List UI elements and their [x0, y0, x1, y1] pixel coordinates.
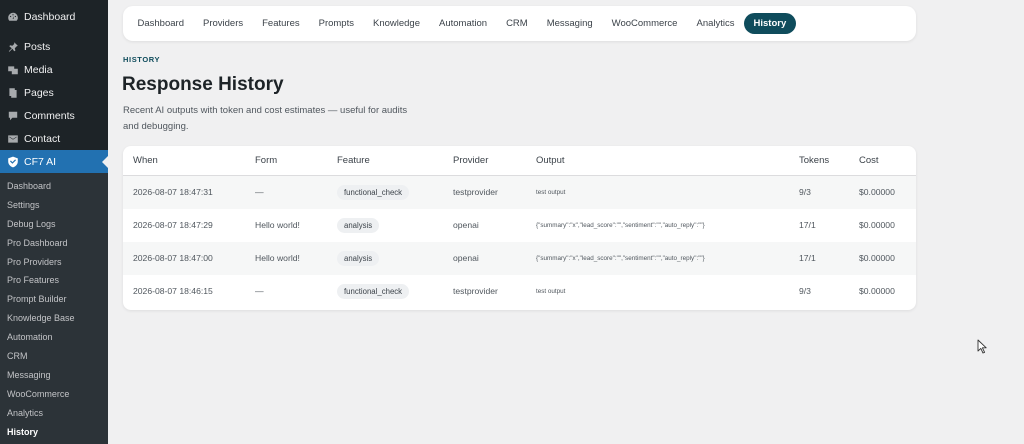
- cell-cost: $0.00000: [859, 187, 895, 197]
- column-provider: Provider: [453, 155, 489, 166]
- cell-tokens: 9/3: [799, 187, 811, 197]
- cell-when: 2026-08-07 18:46:15: [133, 286, 213, 296]
- tab-woocommerce[interactable]: WooCommerce: [602, 13, 687, 34]
- menu-label: Comments: [24, 109, 75, 122]
- menu-label: CF7 AI: [24, 155, 57, 168]
- submenu-woocommerce[interactable]: WooCommerce: [0, 385, 108, 404]
- table-row: 2026-08-07 18:47:31 — functional_check t…: [123, 176, 916, 209]
- history-table: When Form Feature Provider Output Tokens…: [123, 146, 916, 310]
- column-cost: Cost: [859, 155, 879, 166]
- feature-badge: analysis: [337, 251, 380, 266]
- submenu-debug-logs[interactable]: Debug Logs: [0, 215, 108, 234]
- submenu-automation[interactable]: Automation: [0, 328, 108, 347]
- submenu-dashboard[interactable]: Dashboard: [0, 177, 108, 196]
- cell-output: {"summary":"x","lead_score":"","sentimen…: [536, 222, 705, 229]
- menu-dashboard[interactable]: Dashboard: [0, 5, 108, 28]
- tab-automation[interactable]: Automation: [430, 13, 497, 34]
- cell-tokens: 9/3: [799, 286, 811, 296]
- pin-icon: [6, 40, 19, 53]
- cell-cost: $0.00000: [859, 253, 895, 263]
- cell-provider: testprovider: [453, 187, 498, 197]
- cell-when: 2026-08-07 18:47:00: [133, 253, 213, 263]
- cell-output: test output: [536, 288, 566, 295]
- submenu-analytics[interactable]: Analytics: [0, 404, 108, 423]
- page-title: Response History: [122, 74, 284, 95]
- cell-provider: openai: [453, 253, 479, 263]
- menu-label: Pages: [24, 86, 54, 99]
- cell-tokens: 17/1: [799, 253, 816, 263]
- feature-badge: analysis: [337, 218, 380, 233]
- tab-prompts[interactable]: Prompts: [309, 13, 363, 34]
- submenu-pro-providers[interactable]: Pro Providers: [0, 253, 108, 272]
- media-icon: [6, 63, 19, 76]
- menu-posts[interactable]: Posts: [0, 35, 108, 58]
- table-row: 2026-08-07 18:46:15 — functional_check t…: [123, 275, 916, 308]
- submenu-knowledge-base[interactable]: Knowledge Base: [0, 309, 108, 328]
- page-eyebrow: HISTORY: [123, 55, 161, 64]
- menu-contact[interactable]: Contact: [0, 127, 108, 150]
- tab-crm[interactable]: CRM: [497, 13, 538, 34]
- tab-history[interactable]: History: [744, 13, 796, 34]
- tab-messaging[interactable]: Messaging: [537, 13, 602, 34]
- shield-icon: [6, 155, 19, 168]
- cell-form: —: [255, 187, 264, 197]
- feature-badge: functional_check: [337, 185, 410, 200]
- cell-form: —: [255, 286, 264, 296]
- admin-sidebar: Dashboard Posts Media Pages Comments Con…: [0, 0, 108, 444]
- page-description: Recent AI outputs with token and cost es…: [123, 105, 408, 132]
- cell-output: test output: [536, 189, 566, 196]
- submenu-settings[interactable]: Settings: [0, 196, 108, 215]
- cell-form: Hello world!: [255, 253, 300, 263]
- column-feature: Feature: [337, 155, 370, 166]
- cf7-ai-submenu: Dashboard Settings Debug Logs Pro Dashbo…: [0, 173, 108, 444]
- dashboard-icon: [6, 10, 19, 23]
- tab-knowledge[interactable]: Knowledge: [363, 13, 429, 34]
- table-row: 2026-08-07 18:47:00 Hello world! analysi…: [123, 242, 916, 275]
- menu-label: Dashboard: [24, 10, 76, 23]
- menu-label: Posts: [24, 40, 51, 53]
- submenu-messaging[interactable]: Messaging: [0, 366, 108, 385]
- cell-when: 2026-08-07 18:47:29: [133, 220, 213, 230]
- cell-provider: openai: [453, 220, 479, 230]
- cell-form: Hello world!: [255, 220, 300, 230]
- submenu-history[interactable]: History: [0, 423, 108, 442]
- column-output: Output: [536, 155, 565, 166]
- cell-cost: $0.00000: [859, 220, 895, 230]
- cell-cost: $0.00000: [859, 286, 895, 296]
- menu-pages[interactable]: Pages: [0, 81, 108, 104]
- comment-icon: [6, 109, 19, 122]
- column-tokens: Tokens: [799, 155, 830, 166]
- pages-icon: [6, 86, 19, 99]
- column-when: When: [133, 155, 158, 166]
- mouse-cursor-icon: [977, 339, 987, 354]
- cell-when: 2026-08-07 18:47:31: [133, 187, 213, 197]
- table-row: 2026-08-07 18:47:29 Hello world! analysi…: [123, 209, 916, 242]
- tab-features[interactable]: Features: [253, 13, 310, 34]
- submenu-crm[interactable]: CRM: [0, 347, 108, 366]
- feature-badge: functional_check: [337, 284, 410, 299]
- submenu-prompt-builder[interactable]: Prompt Builder: [0, 290, 108, 309]
- submenu-pro-dashboard[interactable]: Pro Dashboard: [0, 234, 108, 253]
- tab-dashboard[interactable]: Dashboard: [128, 13, 193, 34]
- cell-provider: testprovider: [453, 286, 498, 296]
- section-tabs: Dashboard Providers Features Prompts Kno…: [123, 6, 916, 41]
- table-header: When Form Feature Provider Output Tokens…: [123, 146, 916, 176]
- menu-label: Media: [24, 63, 53, 76]
- mail-icon: [6, 132, 19, 145]
- menu-comments[interactable]: Comments: [0, 104, 108, 127]
- cell-tokens: 17/1: [799, 220, 816, 230]
- cell-output: {"summary":"x","lead_score":"","sentimen…: [536, 255, 705, 262]
- menu-cf7-ai[interactable]: CF7 AI: [0, 150, 108, 173]
- submenu-pro-features[interactable]: Pro Features: [0, 271, 108, 290]
- menu-label: Contact: [24, 132, 61, 145]
- tab-analytics[interactable]: Analytics: [687, 13, 744, 34]
- tab-providers[interactable]: Providers: [193, 13, 252, 34]
- menu-media[interactable]: Media: [0, 58, 108, 81]
- column-form: Form: [255, 155, 278, 166]
